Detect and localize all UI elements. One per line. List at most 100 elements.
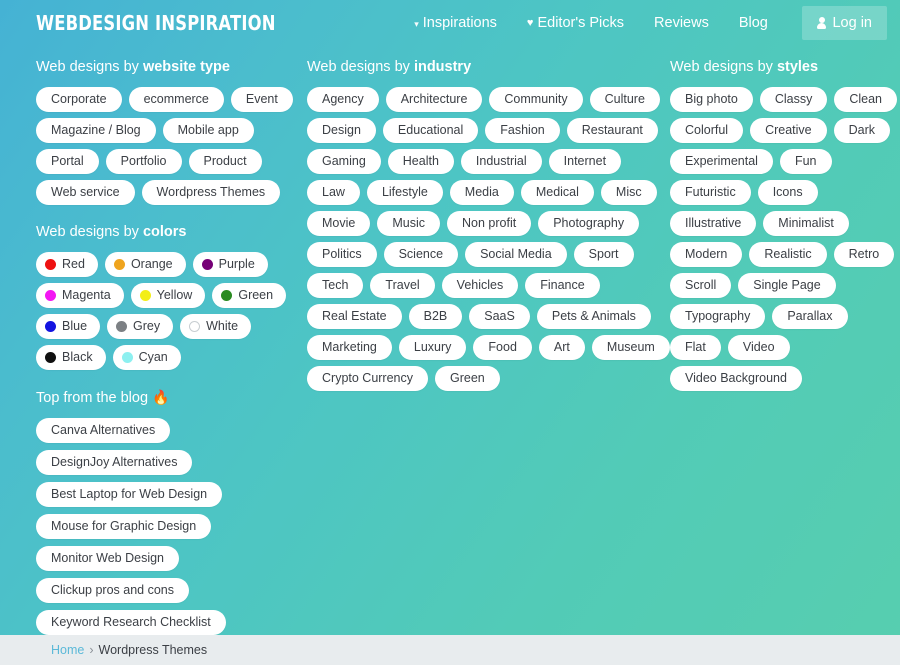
pill-color-yellow[interactable]: Yellow: [130, 282, 206, 308]
pill-blog-keyword-research[interactable]: Keyword Research Checklist: [36, 609, 226, 635]
pill-green[interactable]: Green: [435, 365, 500, 391]
pill-color-purple[interactable]: Purple: [192, 251, 268, 277]
pill-pets-animals[interactable]: Pets & Animals: [536, 303, 651, 329]
title-text: Top from the blog: [36, 389, 153, 406]
pill-blog-monitor-web-design[interactable]: Monitor Web Design: [36, 545, 180, 571]
pill-illustrative[interactable]: Illustrative: [670, 210, 757, 236]
pill-single-page[interactable]: Single Page: [738, 272, 836, 298]
pill-marketing[interactable]: Marketing: [307, 334, 392, 360]
pill-tech[interactable]: Tech: [307, 272, 364, 298]
pill-realistic[interactable]: Realistic: [749, 241, 827, 267]
pill-fashion[interactable]: Fashion: [485, 117, 560, 143]
nav-item-blog[interactable]: Blog: [739, 15, 768, 31]
nav-label: Reviews: [654, 15, 709, 31]
pill-flat[interactable]: Flat: [670, 334, 721, 360]
pill-misc[interactable]: Misc: [600, 179, 657, 205]
pill-science[interactable]: Science: [383, 241, 459, 267]
pill-experimental[interactable]: Experimental: [670, 148, 773, 174]
pill-architecture[interactable]: Architecture: [385, 86, 483, 112]
pill-color-green[interactable]: Green: [212, 282, 287, 308]
pill-video-background[interactable]: Video Background: [670, 365, 802, 391]
pill-blog-clickup-pros-cons[interactable]: Clickup pros and cons: [36, 577, 189, 603]
nav-item-reviews[interactable]: Reviews: [654, 15, 709, 31]
pill-industrial[interactable]: Industrial: [460, 148, 542, 174]
pill-medical[interactable]: Medical: [520, 179, 594, 205]
pill-futuristic[interactable]: Futuristic: [670, 179, 751, 205]
pill-museum[interactable]: Museum: [591, 334, 670, 360]
pill-movie[interactable]: Movie: [307, 210, 371, 236]
pill-mobile-app[interactable]: Mobile app: [162, 117, 254, 143]
pill-portal[interactable]: Portal: [36, 148, 99, 174]
pill-creative[interactable]: Creative: [750, 117, 827, 143]
pill-art[interactable]: Art: [538, 334, 585, 360]
pill-color-red[interactable]: Red: [36, 251, 98, 277]
pill-photography[interactable]: Photography: [538, 210, 640, 236]
pill-product[interactable]: Product: [188, 148, 262, 174]
pill-fun[interactable]: Fun: [779, 148, 832, 174]
pill-blog-mouse-graphic-design[interactable]: Mouse for Graphic Design: [36, 513, 212, 539]
pill-design[interactable]: Design: [307, 117, 376, 143]
pill-non-profit[interactable]: Non profit: [447, 210, 532, 236]
pill-blog-best-laptop[interactable]: Best Laptop for Web Design: [36, 481, 223, 507]
pill-food[interactable]: Food: [473, 334, 532, 360]
pill-color-grey[interactable]: Grey: [107, 313, 174, 339]
pill-web-service[interactable]: Web service: [36, 179, 135, 205]
pill-color-blue[interactable]: Blue: [36, 313, 101, 339]
pill-community[interactable]: Community: [489, 86, 583, 112]
pill-saas[interactable]: SaaS: [469, 303, 530, 329]
breadcrumb-home[interactable]: Home: [51, 643, 84, 657]
pill-icons[interactable]: Icons: [757, 179, 818, 205]
pill-b2b[interactable]: B2B: [408, 303, 463, 329]
nav-item-editors-picks[interactable]: ♥ Editor's Picks: [527, 15, 624, 31]
pill-color-magenta[interactable]: Magenta: [36, 282, 124, 308]
pill-portfolio[interactable]: Portfolio: [105, 148, 182, 174]
pill-agency[interactable]: Agency: [307, 86, 379, 112]
pill-blog-designjoy-alternatives[interactable]: DesignJoy Alternatives: [36, 449, 193, 475]
pill-culture[interactable]: Culture: [589, 86, 660, 112]
nav-item-inspirations[interactable]: ▾ Inspirations: [414, 15, 497, 31]
pill-educational[interactable]: Educational: [382, 117, 479, 143]
pill-real-estate[interactable]: Real Estate: [307, 303, 402, 329]
pill-color-orange[interactable]: Orange: [104, 251, 186, 277]
pill-colorful[interactable]: Colorful: [670, 117, 744, 143]
pill-finance[interactable]: Finance: [525, 272, 600, 298]
pill-restaurant[interactable]: Restaurant: [566, 117, 658, 143]
pill-color-black[interactable]: Black: [36, 344, 106, 370]
pill-event[interactable]: Event: [230, 86, 293, 112]
pill-big-photo[interactable]: Big photo: [670, 86, 753, 112]
pill-ecommerce[interactable]: ecommerce: [128, 86, 224, 112]
pill-magazine-blog[interactable]: Magazine / Blog: [36, 117, 156, 143]
pill-social-media[interactable]: Social Media: [465, 241, 567, 267]
pill-crypto-currency[interactable]: Crypto Currency: [307, 365, 428, 391]
pill-internet[interactable]: Internet: [548, 148, 622, 174]
pill-clean[interactable]: Clean: [834, 86, 898, 112]
pill-video[interactable]: Video: [727, 334, 790, 360]
pill-retro[interactable]: Retro: [833, 241, 895, 267]
login-button[interactable]: Log in: [802, 6, 887, 40]
pill-classy[interactable]: Classy: [759, 86, 828, 112]
pill-politics[interactable]: Politics: [307, 241, 377, 267]
site-logo[interactable]: Webdesign Inspiration: [36, 13, 276, 33]
section-title-styles: Web designs by styles: [670, 59, 900, 76]
pill-scroll[interactable]: Scroll: [670, 272, 732, 298]
pill-law[interactable]: Law: [307, 179, 360, 205]
pill-blog-canva-alternatives[interactable]: Canva Alternatives: [36, 417, 171, 443]
pill-parallax[interactable]: Parallax: [772, 303, 848, 329]
pill-sport[interactable]: Sport: [573, 241, 634, 267]
pill-wordpress-themes[interactable]: Wordpress Themes: [141, 179, 281, 205]
pill-luxury[interactable]: Luxury: [398, 334, 467, 360]
pill-gaming[interactable]: Gaming: [307, 148, 381, 174]
pill-dark[interactable]: Dark: [833, 117, 891, 143]
pill-modern[interactable]: Modern: [670, 241, 743, 267]
pill-health[interactable]: Health: [387, 148, 454, 174]
pill-lifestyle[interactable]: Lifestyle: [366, 179, 443, 205]
pill-media[interactable]: Media: [449, 179, 514, 205]
pill-color-cyan[interactable]: Cyan: [112, 344, 181, 370]
pill-color-white[interactable]: White: [180, 313, 252, 339]
pill-travel[interactable]: Travel: [370, 272, 435, 298]
pill-vehicles[interactable]: Vehicles: [441, 272, 519, 298]
pill-corporate[interactable]: Corporate: [36, 86, 122, 112]
pill-typography[interactable]: Typography: [670, 303, 766, 329]
pill-music[interactable]: Music: [377, 210, 440, 236]
pill-minimalist[interactable]: Minimalist: [763, 210, 849, 236]
